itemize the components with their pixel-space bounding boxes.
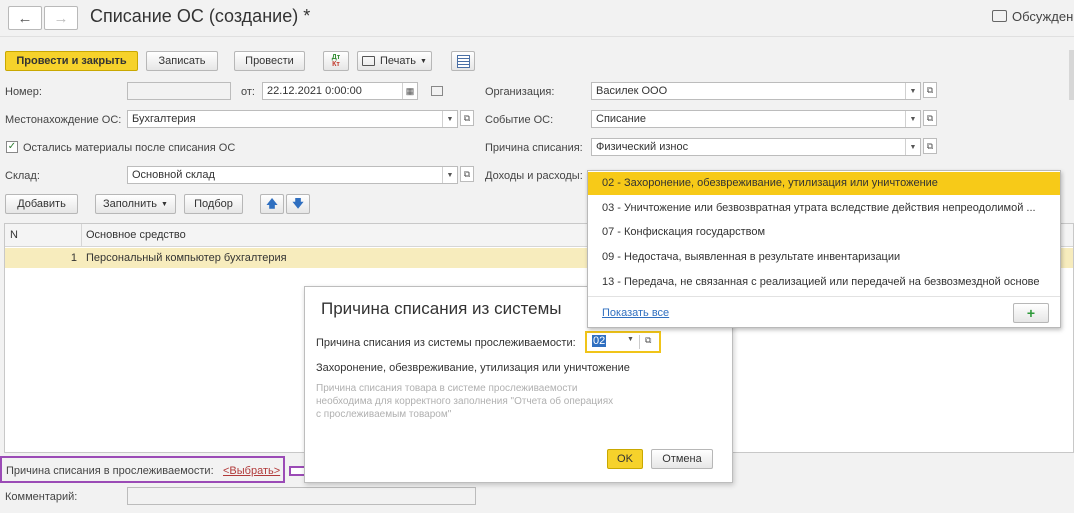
dialog-title: Причина списания из системы bbox=[321, 299, 562, 318]
dialog-hint: Причина списания товара в системе просле… bbox=[316, 383, 614, 420]
open-icon[interactable]: ⧉ bbox=[645, 335, 651, 346]
dropdown-item[interactable]: 09 - Недостача, выявленная в результате … bbox=[588, 246, 1060, 269]
dropdown-item[interactable]: 02 - Захоронение, обезвреживание, утилиз… bbox=[588, 172, 1060, 195]
dropdown-divider bbox=[588, 296, 1060, 297]
top-divider bbox=[0, 36, 1074, 37]
reason-label: Причина списания: bbox=[485, 142, 583, 154]
dialog-reason-field[interactable]: 02 ▼ ⧉ bbox=[585, 331, 661, 353]
select-button[interactable]: Подбор bbox=[184, 194, 243, 214]
event-label: Событие ОС: bbox=[485, 114, 554, 126]
dialog-reason-value: 02 bbox=[592, 335, 607, 347]
org-value: Василек ООО bbox=[596, 85, 668, 97]
date-value: 22.12.2021 0:00:00 bbox=[267, 85, 362, 97]
number-field[interactable] bbox=[127, 82, 231, 100]
warehouse-field[interactable]: Основной склад ▼ bbox=[127, 166, 458, 184]
column-divider bbox=[81, 224, 82, 246]
open-icon[interactable]: ⧉ bbox=[923, 110, 937, 126]
ok-button[interactable]: OK bbox=[607, 449, 643, 469]
structure-button[interactable] bbox=[451, 51, 475, 71]
warehouse-label: Склад: bbox=[5, 170, 40, 182]
arrow-up-icon: 🡅 bbox=[266, 197, 278, 210]
open-icon[interactable]: ⧉ bbox=[460, 166, 474, 182]
event-value: Списание bbox=[596, 113, 646, 125]
org-field[interactable]: Василек ООО ▼ bbox=[591, 82, 921, 100]
chevron-down-icon[interactable]: ▼ bbox=[627, 336, 634, 343]
chevron-down-icon[interactable]: ▼ bbox=[442, 111, 457, 127]
fill-button[interactable]: Заполнить ▼ bbox=[95, 194, 176, 214]
dialog-description: Захоронение, обезвреживание, утилизация … bbox=[316, 362, 630, 374]
forward-button[interactable]: → bbox=[44, 6, 78, 30]
add-item-button[interactable]: + bbox=[1013, 303, 1049, 323]
dtkt-button[interactable]: Дт Кт bbox=[323, 51, 349, 71]
chevron-down-icon: ▼ bbox=[161, 200, 168, 208]
scrollbar-track[interactable] bbox=[1069, 50, 1074, 100]
fill-label: Заполнить bbox=[103, 198, 158, 210]
dropdown-item[interactable]: 07 - Конфискация государством bbox=[588, 221, 1060, 244]
column-header-asset[interactable]: Основное средство bbox=[86, 229, 186, 241]
reason-field[interactable]: Физический износ ▼ bbox=[591, 138, 921, 156]
arrow-left-icon: ← bbox=[17, 9, 33, 27]
row-asset: Персональный компьютер бухгалтерия bbox=[86, 252, 287, 264]
chevron-down-icon[interactable]: ▼ bbox=[442, 167, 457, 183]
materials-checkbox[interactable]: ✓ bbox=[6, 141, 18, 153]
move-down-button[interactable]: 🡇 bbox=[286, 194, 310, 214]
post-button[interactable]: Провести bbox=[234, 51, 305, 71]
arrow-down-icon: 🡇 bbox=[292, 197, 304, 210]
dtkt-icon: Дт Кт bbox=[331, 54, 341, 68]
location-value: Бухгалтерия bbox=[132, 113, 196, 125]
warehouse-value: Основной склад bbox=[132, 169, 215, 181]
chat-icon bbox=[992, 10, 1007, 22]
chevron-down-icon: ▼ bbox=[420, 57, 427, 65]
number-label: Номер: bbox=[5, 86, 42, 98]
field-divider bbox=[639, 335, 640, 349]
move-up-button[interactable]: 🡅 bbox=[260, 194, 284, 214]
open-icon[interactable]: ⧉ bbox=[460, 110, 474, 126]
date-field[interactable]: 22.12.2021 0:00:00 ▦ bbox=[262, 82, 418, 100]
dialog-field-label: Причина списания из системы прослеживаем… bbox=[316, 337, 576, 349]
location-field[interactable]: Бухгалтерия ▼ bbox=[127, 110, 458, 128]
structure-icon bbox=[456, 54, 470, 68]
reason-value: Физический износ bbox=[596, 141, 689, 153]
show-all-link[interactable]: Показать все bbox=[602, 307, 669, 319]
post-and-close-button[interactable]: Провести и закрыть bbox=[5, 51, 138, 71]
column-header-n[interactable]: N bbox=[10, 229, 18, 241]
back-button[interactable]: ← bbox=[8, 6, 42, 30]
comment-label: Комментарий: bbox=[5, 491, 78, 503]
annotation-frame bbox=[0, 456, 285, 483]
discuss-button[interactable]: Обсужден bbox=[992, 9, 1073, 24]
chevron-down-icon[interactable]: ▼ bbox=[905, 139, 920, 155]
cancel-button[interactable]: Отмена bbox=[651, 449, 713, 469]
open-icon[interactable]: ⧉ bbox=[923, 82, 937, 98]
reason-dropdown-list: 02 - Захоронение, обезвреживание, утилиз… bbox=[587, 170, 1061, 328]
arrow-right-icon: → bbox=[53, 9, 69, 27]
materials-label: Остались материалы после списания ОС bbox=[23, 142, 236, 154]
event-field[interactable]: Списание ▼ bbox=[591, 110, 921, 128]
add-button[interactable]: Добавить bbox=[5, 194, 78, 214]
calendar-icon[interactable]: ▦ bbox=[402, 83, 417, 99]
comment-field[interactable] bbox=[127, 487, 476, 505]
dropdown-item[interactable]: 13 - Передача, не связанная с реализацие… bbox=[588, 271, 1060, 294]
row-number: 1 bbox=[70, 252, 77, 264]
checkmark-icon: ✓ bbox=[7, 141, 17, 152]
notes-icon[interactable] bbox=[431, 86, 443, 96]
print-label: Печать bbox=[380, 55, 417, 67]
location-label: Местонахождение ОС: bbox=[5, 114, 122, 126]
print-button[interactable]: Печать ▼ bbox=[357, 51, 432, 71]
page-title: Списание ОС (создание) * bbox=[90, 6, 311, 26]
plus-icon: + bbox=[1026, 305, 1036, 321]
printer-icon bbox=[362, 56, 375, 66]
open-icon[interactable]: ⧉ bbox=[923, 138, 937, 154]
chevron-down-icon[interactable]: ▼ bbox=[905, 83, 920, 99]
org-label: Организация: bbox=[485, 86, 555, 98]
date-label: от: bbox=[241, 86, 255, 98]
chevron-down-icon[interactable]: ▼ bbox=[905, 111, 920, 127]
discuss-label: Обсужден bbox=[1012, 9, 1074, 24]
dropdown-item[interactable]: 03 - Уничтожение или безвозвратная утрат… bbox=[588, 197, 1060, 220]
save-button[interactable]: Записать bbox=[146, 51, 218, 71]
income-expense-label: Доходы и расходы: bbox=[485, 170, 583, 182]
